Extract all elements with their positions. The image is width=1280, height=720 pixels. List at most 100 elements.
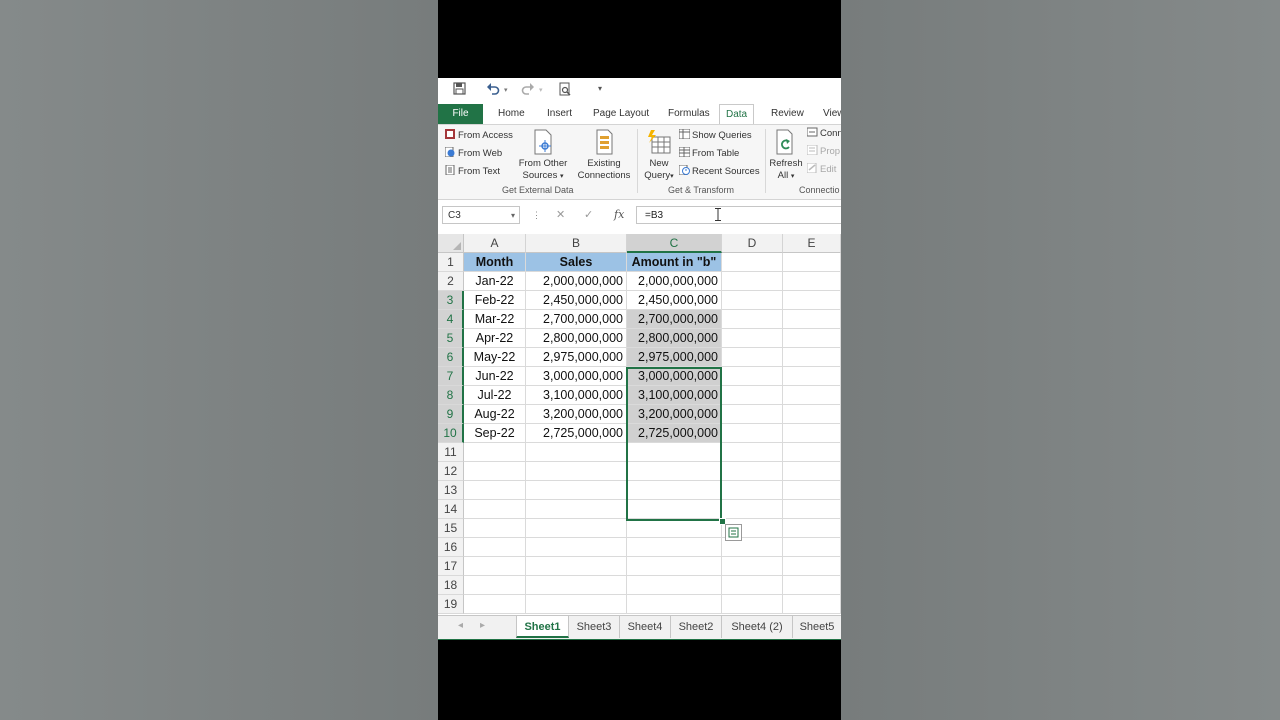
empty-cell[interactable] bbox=[722, 367, 783, 386]
empty-cell[interactable] bbox=[526, 595, 627, 614]
sheet-tab-sheet5[interactable]: Sheet5 bbox=[793, 616, 841, 638]
quick-analysis-button[interactable] bbox=[725, 524, 742, 541]
row-header[interactable]: 15 bbox=[438, 519, 464, 538]
empty-cell[interactable] bbox=[722, 424, 783, 443]
row-header[interactable]: 2 bbox=[438, 272, 464, 291]
empty-cell[interactable] bbox=[464, 443, 526, 462]
empty-cell[interactable] bbox=[783, 310, 841, 329]
column-header-c[interactable]: C bbox=[627, 234, 722, 253]
table-cell[interactable]: May-22 bbox=[464, 348, 526, 367]
table-cell[interactable]: 2,700,000,000 bbox=[627, 310, 722, 329]
row-header[interactable]: 3 bbox=[438, 291, 464, 310]
empty-cell[interactable] bbox=[783, 253, 841, 272]
tab-review[interactable]: Review bbox=[765, 104, 810, 124]
formula-input[interactable]: =B3 bbox=[636, 206, 841, 224]
empty-cell[interactable] bbox=[464, 519, 526, 538]
connections-button[interactable]: Conn bbox=[806, 127, 841, 141]
tab-view[interactable]: View bbox=[817, 104, 841, 124]
row-header[interactable]: 14 bbox=[438, 500, 464, 519]
empty-cell[interactable] bbox=[722, 576, 783, 595]
empty-cell[interactable] bbox=[783, 462, 841, 481]
sheet-tab-sheet4[interactable]: Sheet4 bbox=[620, 616, 671, 638]
empty-cell[interactable] bbox=[627, 481, 722, 500]
sheet-tab-sheet4-2[interactable]: Sheet4 (2) bbox=[722, 616, 793, 638]
sheet-tab-sheet2[interactable]: Sheet2 bbox=[671, 616, 722, 638]
from-other-sources-button[interactable]: From Other Sources ▾ bbox=[515, 129, 571, 183]
empty-cell[interactable] bbox=[722, 291, 783, 310]
empty-cell[interactable] bbox=[722, 253, 783, 272]
tab-data[interactable]: Data bbox=[719, 104, 755, 125]
empty-cell[interactable] bbox=[783, 348, 841, 367]
column-header-e[interactable]: E bbox=[783, 234, 841, 253]
table-cell[interactable]: 2,000,000,000 bbox=[526, 272, 627, 291]
table-cell[interactable]: 3,100,000,000 bbox=[627, 386, 722, 405]
row-header[interactable]: 6 bbox=[438, 348, 464, 367]
table-cell[interactable]: Aug-22 bbox=[464, 405, 526, 424]
empty-cell[interactable] bbox=[783, 405, 841, 424]
table-cell[interactable]: 2,975,000,000 bbox=[627, 348, 722, 367]
empty-cell[interactable] bbox=[783, 329, 841, 348]
empty-cell[interactable] bbox=[783, 386, 841, 405]
row-header[interactable]: 19 bbox=[438, 595, 464, 614]
column-header-b[interactable]: B bbox=[526, 234, 627, 253]
sheet-tab-sheet1[interactable]: Sheet1 bbox=[516, 616, 569, 638]
table-cell[interactable]: Jun-22 bbox=[464, 367, 526, 386]
table-cell[interactable]: 3,000,000,000 bbox=[526, 367, 627, 386]
table-cell[interactable]: 2,800,000,000 bbox=[627, 329, 722, 348]
scroll-right-icon[interactable]: ▸ bbox=[480, 620, 485, 631]
table-cell[interactable]: 2,000,000,000 bbox=[627, 272, 722, 291]
empty-cell[interactable] bbox=[627, 443, 722, 462]
from-web-button[interactable]: From Web bbox=[444, 146, 502, 161]
row-header[interactable]: 11 bbox=[438, 443, 464, 462]
empty-cell[interactable] bbox=[464, 481, 526, 500]
empty-cell[interactable] bbox=[783, 576, 841, 595]
customize-qat-icon[interactable]: ▾ bbox=[598, 84, 602, 93]
row-header[interactable]: 17 bbox=[438, 557, 464, 576]
row-header[interactable]: 1 bbox=[438, 253, 464, 272]
empty-cell[interactable] bbox=[783, 272, 841, 291]
empty-cell[interactable] bbox=[722, 310, 783, 329]
table-cell[interactable]: 3,100,000,000 bbox=[526, 386, 627, 405]
empty-cell[interactable] bbox=[722, 595, 783, 614]
empty-cell[interactable] bbox=[526, 500, 627, 519]
row-header[interactable]: 8 bbox=[438, 386, 464, 405]
table-cell[interactable]: 2,800,000,000 bbox=[526, 329, 627, 348]
select-all-button[interactable] bbox=[438, 234, 464, 253]
from-access-button[interactable]: From Access bbox=[445, 129, 513, 143]
row-header[interactable]: 10 bbox=[438, 424, 464, 443]
table-cell[interactable]: 2,450,000,000 bbox=[526, 291, 627, 310]
empty-cell[interactable] bbox=[722, 500, 783, 519]
row-header[interactable]: 7 bbox=[438, 367, 464, 386]
empty-cell[interactable] bbox=[783, 500, 841, 519]
empty-cell[interactable] bbox=[722, 329, 783, 348]
empty-cell[interactable] bbox=[526, 576, 627, 595]
table-cell[interactable]: 2,975,000,000 bbox=[526, 348, 627, 367]
scroll-left-icon[interactable]: ◂ bbox=[458, 620, 463, 631]
table-cell[interactable]: Sep-22 bbox=[464, 424, 526, 443]
tab-file[interactable]: File bbox=[438, 104, 483, 124]
row-header[interactable]: 16 bbox=[438, 538, 464, 557]
column-header-a[interactable]: A bbox=[464, 234, 526, 253]
table-cell[interactable]: Mar-22 bbox=[464, 310, 526, 329]
empty-cell[interactable] bbox=[526, 462, 627, 481]
table-cell[interactable]: 2,725,000,000 bbox=[627, 424, 722, 443]
tab-insert[interactable]: Insert bbox=[541, 104, 578, 124]
tab-formulas[interactable]: Formulas bbox=[662, 104, 716, 124]
table-cell[interactable]: Jul-22 bbox=[464, 386, 526, 405]
refresh-all-button[interactable]: Refresh All ▾ bbox=[769, 129, 803, 183]
empty-cell[interactable] bbox=[722, 386, 783, 405]
empty-cell[interactable] bbox=[783, 519, 841, 538]
empty-cell[interactable] bbox=[627, 576, 722, 595]
empty-cell[interactable] bbox=[526, 481, 627, 500]
table-cell[interactable]: Apr-22 bbox=[464, 329, 526, 348]
table-cell[interactable]: Amount in "b" bbox=[627, 253, 722, 272]
table-cell[interactable]: Feb-22 bbox=[464, 291, 526, 310]
empty-cell[interactable] bbox=[783, 538, 841, 557]
empty-cell[interactable] bbox=[627, 595, 722, 614]
row-header[interactable]: 5 bbox=[438, 329, 464, 348]
row-header[interactable]: 18 bbox=[438, 576, 464, 595]
tab-page-layout[interactable]: Page Layout bbox=[587, 104, 655, 124]
empty-cell[interactable] bbox=[526, 443, 627, 462]
empty-cell[interactable] bbox=[464, 538, 526, 557]
existing-connections-button[interactable]: Existing Connections bbox=[576, 129, 632, 182]
